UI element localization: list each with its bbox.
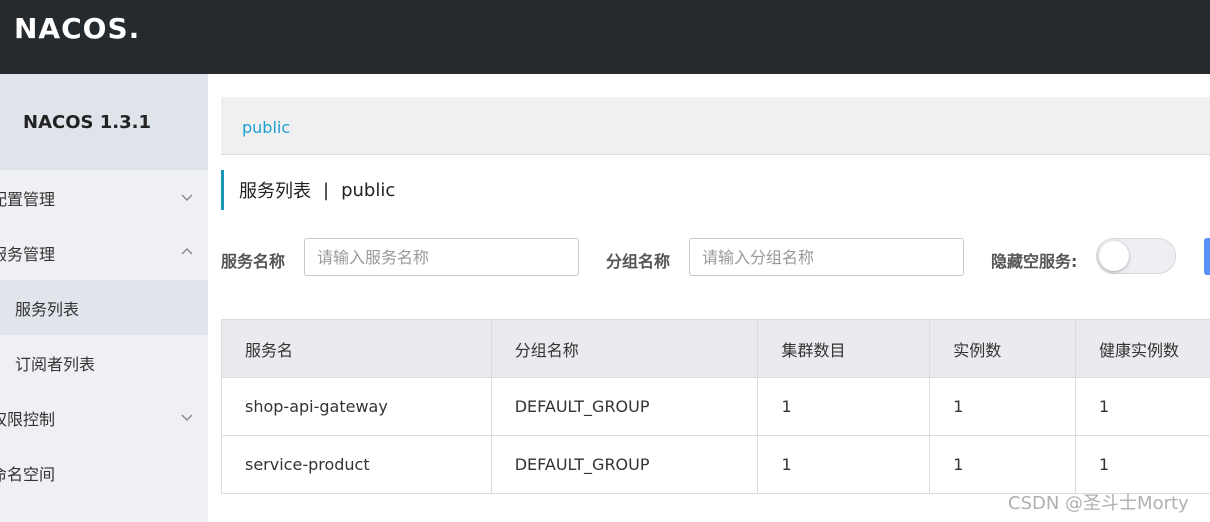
sidebar-item-label: 服务管理 <box>0 244 56 264</box>
page-title-namespace: public <box>341 179 396 201</box>
cell-healthy-instance-count: 1 <box>1075 377 1210 436</box>
watermark: CSDN @圣斗士Morty <box>1008 493 1189 514</box>
cell-service-name: shop-api-gateway <box>221 377 492 436</box>
cell-instance-count: 1 <box>929 435 1077 494</box>
nacos-logo-icon: NACOS. <box>14 12 140 42</box>
column-header-group-name: 分组名称 <box>490 319 759 378</box>
cell-instance-count: 1 <box>929 377 1077 436</box>
nacos-logo[interactable]: NACOS. <box>14 10 150 44</box>
column-header-healthy-instance-count: 健康实例数 <box>1075 319 1210 378</box>
sidebar-item-label: 服务列表 <box>15 299 80 319</box>
service-table: 服务名 分组名称 集群数目 实例数 健康实例数 shop-api-gateway… <box>221 319 1210 494</box>
cell-service-name: service-product <box>221 435 492 494</box>
toggle-knob <box>1099 241 1129 271</box>
group-name-input[interactable] <box>689 238 964 276</box>
service-name-input[interactable] <box>304 238 579 276</box>
hide-empty-services-label: 隐藏空服务: <box>991 252 1078 271</box>
group-name-label: 分组名称 <box>606 252 671 271</box>
sidebar-item-subscriber-list[interactable]: 订阅者列表 <box>0 335 208 390</box>
sidebar: NACOS 1.3.1 配置管理 服务管理 服务列表 订阅者列表 权限控制 命名… <box>0 74 208 522</box>
namespace-link-public[interactable]: public <box>242 118 290 137</box>
sidebar-item-namespace[interactable]: 命名空间 <box>0 445 208 500</box>
sidebar-item-config-management[interactable]: 配置管理 <box>0 170 208 225</box>
column-header-cluster-count: 集群数目 <box>757 319 931 378</box>
page-title-separator: | <box>323 179 330 201</box>
chevron-down-icon <box>181 414 193 421</box>
sidebar-item-label: 配置管理 <box>0 189 56 209</box>
column-header-instance-count: 实例数 <box>929 319 1077 378</box>
sidebar-item-label: 命名空间 <box>0 464 56 484</box>
cell-group-name: DEFAULT_GROUP <box>490 377 759 436</box>
service-name-label: 服务名称 <box>221 252 286 271</box>
page-title: 服务列表 | public <box>221 170 395 210</box>
breadcrumb: public <box>221 97 1210 155</box>
cell-cluster-count: 1 <box>757 435 931 494</box>
query-button[interactable] <box>1204 238 1210 275</box>
page-title-text: 服务列表 <box>239 181 311 202</box>
logo-text: NACOS. <box>14 12 140 42</box>
cell-cluster-count: 1 <box>757 377 931 436</box>
sidebar-item-service-list[interactable]: 服务列表 <box>0 280 208 335</box>
hide-empty-services-toggle[interactable] <box>1096 238 1176 274</box>
sidebar-version-title: NACOS 1.3.1 <box>0 74 208 170</box>
chevron-up-icon <box>181 248 193 255</box>
table-header-row: 服务名 分组名称 集群数目 实例数 健康实例数 <box>221 319 1210 378</box>
sidebar-item-access-control[interactable]: 权限控制 <box>0 390 208 445</box>
cell-group-name: DEFAULT_GROUP <box>490 435 759 494</box>
sidebar-item-label: 订阅者列表 <box>15 354 96 374</box>
table-row: service-product DEFAULT_GROUP 1 1 1 <box>221 435 1210 494</box>
table-row: shop-api-gateway DEFAULT_GROUP 1 1 1 <box>221 377 1210 436</box>
sidebar-item-label: 权限控制 <box>0 409 56 429</box>
chevron-down-icon <box>181 194 193 201</box>
cell-healthy-instance-count: 1 <box>1075 435 1210 494</box>
column-header-service-name: 服务名 <box>221 319 492 378</box>
top-navigation-bar: NACOS. <box>0 0 1210 74</box>
sidebar-item-service-management[interactable]: 服务管理 <box>0 225 208 280</box>
